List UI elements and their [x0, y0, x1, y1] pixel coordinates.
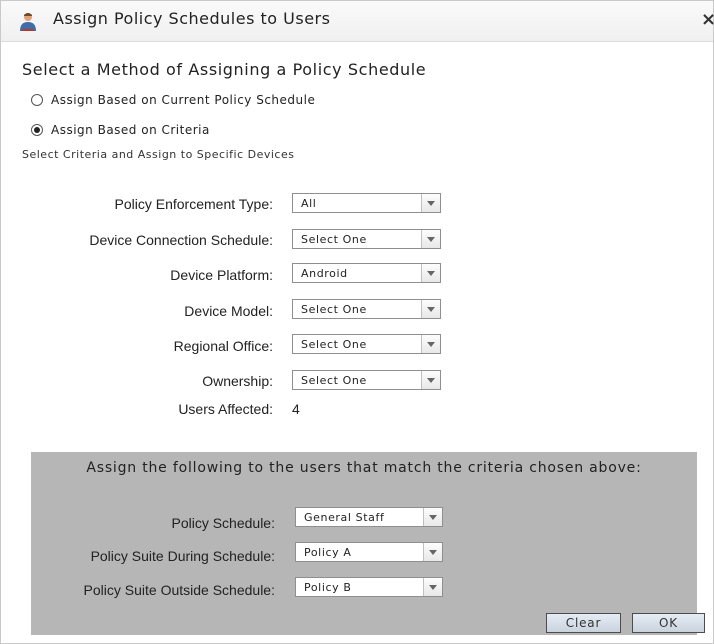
ownership-select[interactable]: Select One	[292, 370, 441, 390]
policy-enforcement-type-label: Policy Enforcement Type:	[114, 196, 273, 212]
ownership-value: Select One	[301, 374, 367, 387]
suite-outside-value: Policy B	[304, 581, 352, 594]
suite-outside-select[interactable]: Policy B	[295, 577, 443, 597]
suite-outside-label: Policy Suite Outside Schedule:	[83, 582, 275, 598]
policy-enforcement-type-value: All	[301, 197, 317, 210]
device-platform-select[interactable]: Android	[292, 263, 441, 283]
regional-office-select[interactable]: Select One	[292, 334, 441, 354]
suite-during-label: Policy Suite During Schedule:	[90, 548, 275, 564]
device-model-label: Device Model:	[184, 303, 273, 319]
dialog-titlebar: Assign Policy Schedules to Users ×	[1, 1, 714, 42]
chevron-down-icon[interactable]	[423, 543, 442, 561]
radio-current-policy[interactable]	[31, 94, 43, 106]
option-criteria-label: Assign Based on Criteria	[51, 123, 210, 137]
users-affected-label: Users Affected:	[178, 401, 273, 417]
ownership-label: Ownership:	[202, 373, 273, 389]
clear-button[interactable]: Clear	[546, 613, 621, 633]
device-connection-schedule-value: Select One	[301, 233, 367, 246]
radio-criteria[interactable]	[31, 124, 43, 136]
chevron-down-icon[interactable]	[421, 194, 440, 212]
chevron-down-icon[interactable]	[423, 508, 442, 526]
regional-office-label: Regional Office:	[173, 338, 273, 354]
chevron-down-icon[interactable]	[421, 371, 440, 389]
device-model-select[interactable]: Select One	[292, 299, 441, 319]
dialog-title: Assign Policy Schedules to Users	[53, 9, 331, 28]
assignment-panel: Assign the following to the users that m…	[31, 452, 705, 635]
regional-office-value: Select One	[301, 338, 367, 351]
device-platform-value: Android	[301, 267, 348, 280]
chevron-down-icon[interactable]	[421, 264, 440, 282]
criteria-note: Select Criteria and Assign to Specific D…	[22, 148, 295, 161]
assignment-panel-title: Assign the following to the users that m…	[86, 460, 642, 476]
device-model-value: Select One	[301, 303, 367, 316]
suite-during-value: Policy A	[304, 546, 352, 559]
close-icon[interactable]: ×	[701, 9, 714, 30]
ok-button[interactable]: OK	[632, 613, 705, 633]
chevron-down-icon[interactable]	[421, 230, 440, 248]
device-platform-label: Device Platform:	[170, 267, 273, 283]
policy-schedule-select[interactable]: General Staff	[295, 507, 443, 527]
policy-schedule-label: Policy Schedule:	[171, 515, 275, 531]
chevron-down-icon[interactable]	[423, 578, 442, 596]
method-heading: Select a Method of Assigning a Policy Sc…	[22, 60, 427, 79]
users-affected-count: 4	[292, 401, 300, 417]
policy-enforcement-type-select[interactable]: All	[292, 193, 441, 213]
assign-policy-dialog: Assign Policy Schedules to Users × Selec…	[0, 0, 714, 644]
chevron-down-icon[interactable]	[421, 335, 440, 353]
device-connection-schedule-label: Device Connection Schedule:	[89, 232, 273, 248]
policy-schedule-value: General Staff	[304, 511, 385, 524]
suite-during-select[interactable]: Policy A	[295, 542, 443, 562]
user-icon	[20, 13, 36, 31]
device-connection-schedule-select[interactable]: Select One	[292, 229, 441, 249]
chevron-down-icon[interactable]	[421, 300, 440, 318]
option-current-policy-label: Assign Based on Current Policy Schedule	[51, 93, 316, 107]
